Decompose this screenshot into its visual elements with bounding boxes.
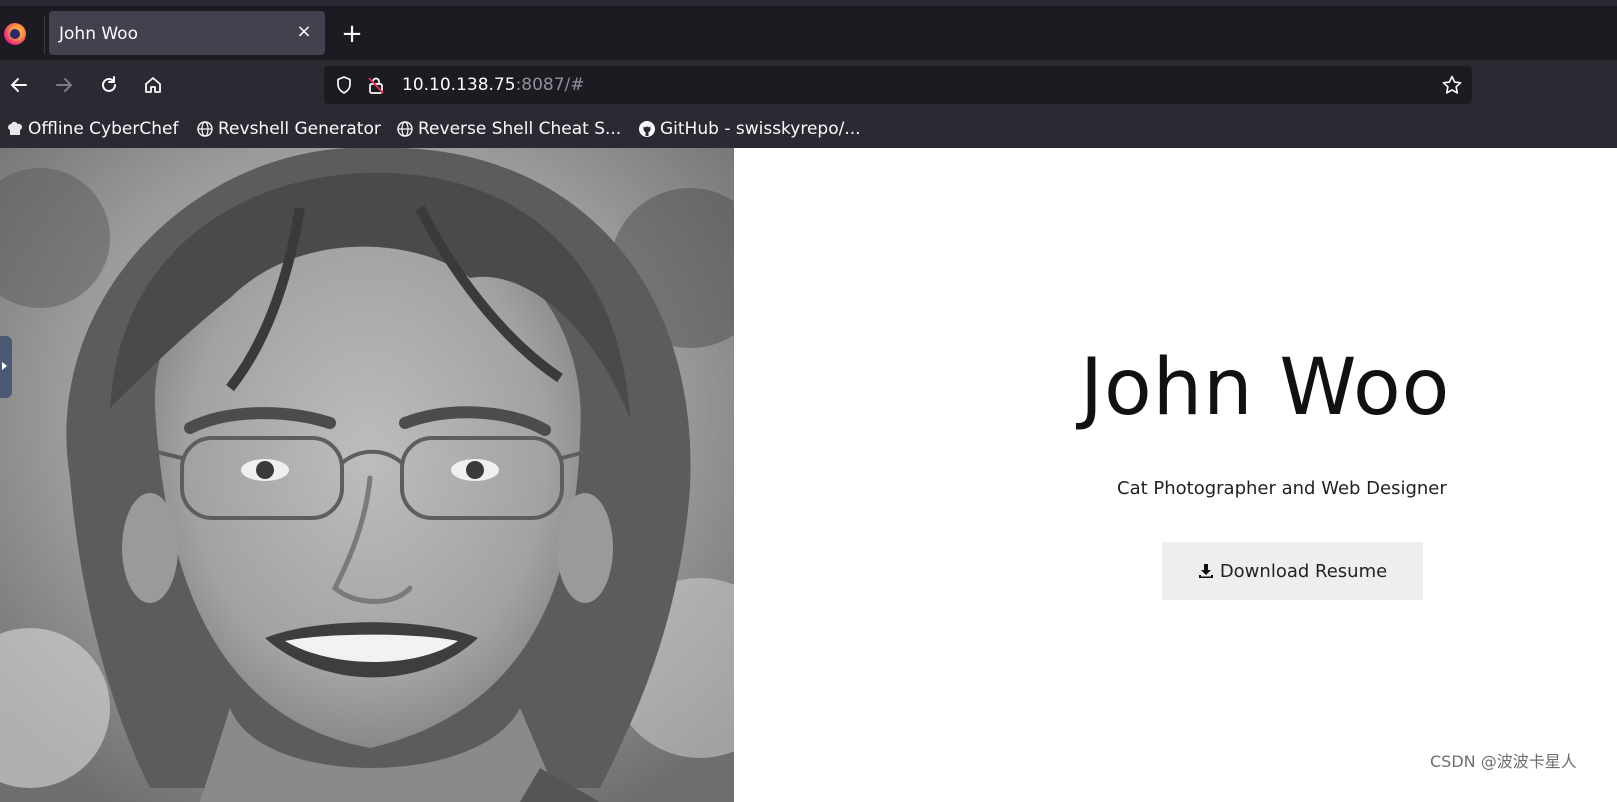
- bookmark-label: Revshell Generator: [218, 119, 381, 139]
- address-bar[interactable]: 10.10.138.75:8087/#: [324, 66, 1472, 104]
- bookmark-star-icon[interactable]: [1440, 73, 1464, 97]
- home-button[interactable]: [138, 70, 168, 100]
- github-icon: [638, 120, 656, 138]
- arrow-right-icon: [56, 78, 72, 92]
- bookmark-label: GitHub - swisskyrepo/...: [660, 119, 861, 139]
- url-text[interactable]: 10.10.138.75:8087/#: [402, 75, 585, 95]
- bookmark-offline-cyberchef[interactable]: Offline CyberChef: [6, 116, 178, 142]
- portrait-photo: [0, 148, 734, 802]
- download-resume-label: Download Resume: [1219, 560, 1388, 582]
- bookmark-revshell-generator[interactable]: Revshell Generator: [196, 116, 381, 142]
- sidebar-toggle-handle[interactable]: [0, 336, 12, 398]
- back-button[interactable]: [4, 70, 34, 100]
- page-title: John Woo: [1080, 343, 1451, 433]
- insecure-lock-icon[interactable]: [364, 73, 388, 97]
- shield-icon[interactable]: [332, 73, 356, 97]
- reload-icon: [102, 76, 116, 92]
- tagline: Cat Photographer and Web Designer: [1117, 478, 1447, 499]
- download-icon: [1198, 564, 1213, 578]
- firefox-logo-icon[interactable]: [4, 23, 26, 45]
- watermark: CSDN @波波卡星人: [1430, 752, 1577, 771]
- tab-title: John Woo: [59, 24, 138, 44]
- close-tab-icon[interactable]: ×: [293, 21, 315, 43]
- tab-john-woo[interactable]: John Woo ×: [49, 11, 325, 55]
- url-path: :8087/#: [515, 75, 585, 95]
- chef-hat-icon: [6, 120, 24, 138]
- download-resume-button[interactable]: Download Resume: [1162, 542, 1423, 600]
- globe-icon: [396, 120, 414, 138]
- tab-bar: John Woo × +: [0, 6, 1617, 60]
- globe-icon: [196, 120, 214, 138]
- bookmarks-toolbar: Offline CyberChef Revshell Generator Rev…: [0, 110, 1617, 148]
- arrow-left-icon: [11, 78, 27, 92]
- bookmark-github-swisskyrepo[interactable]: GitHub - swisskyrepo/...: [638, 116, 861, 142]
- page-content: John Woo Cat Photographer and Web Design…: [0, 148, 1617, 802]
- new-tab-button[interactable]: +: [339, 21, 365, 48]
- reload-button[interactable]: [94, 70, 124, 100]
- home-icon: [145, 77, 161, 93]
- tab-separator: [44, 16, 45, 54]
- navigation-toolbar: 10.10.138.75:8087/#: [0, 60, 1617, 110]
- url-host: 10.10.138.75: [402, 75, 516, 95]
- bookmark-reverse-shell-cheat-sheet[interactable]: Reverse Shell Cheat S...: [396, 116, 621, 142]
- forward-button[interactable]: [49, 70, 79, 100]
- bookmark-label: Reverse Shell Cheat S...: [418, 119, 622, 139]
- bookmark-label: Offline CyberChef: [28, 119, 179, 139]
